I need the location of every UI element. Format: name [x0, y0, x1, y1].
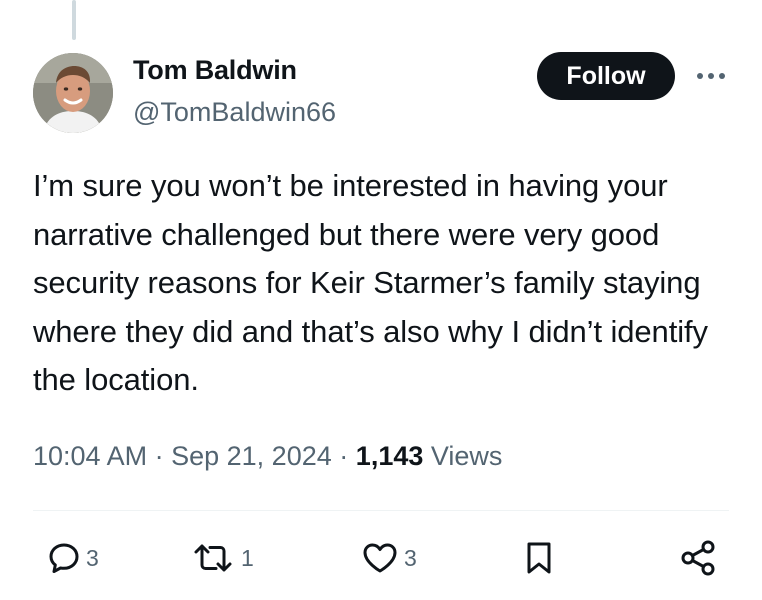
repost-count: 1: [241, 545, 254, 571]
like-count: 3: [404, 545, 417, 571]
meta-separator: ·: [339, 441, 349, 471]
reply-button[interactable]: 3: [47, 538, 99, 578]
share-icon: [681, 540, 715, 576]
author-name[interactable]: Tom Baldwin: [133, 52, 297, 88]
reply-count: 3: [86, 545, 99, 571]
repost-icon: [194, 544, 232, 572]
meta-separator: ·: [154, 441, 164, 471]
follow-button[interactable]: Follow: [537, 52, 675, 100]
views-label[interactable]: Views: [431, 441, 503, 471]
repost-button[interactable]: 1: [190, 538, 254, 578]
reply-icon: [49, 543, 79, 573]
like-button[interactable]: 3: [361, 538, 417, 578]
bookmark-icon: [527, 542, 551, 574]
share-button[interactable]: [678, 538, 718, 578]
views-count[interactable]: 1,143: [356, 441, 424, 471]
tweet-time[interactable]: 10:04 AM: [33, 441, 147, 471]
avatar[interactable]: [33, 53, 113, 133]
author-handle[interactable]: @TomBaldwin66: [133, 94, 336, 130]
action-bar-divider: [33, 510, 729, 511]
avatar-photo: [33, 53, 113, 133]
more-icon[interactable]: [693, 64, 729, 88]
tweet-date[interactable]: Sep 21, 2024: [171, 441, 332, 471]
tweet-meta: 10:04 AM · Sep 21, 2024 · 1,143 Views: [33, 436, 502, 476]
bookmark-button[interactable]: [522, 538, 556, 578]
tweet-text: I’m sure you won’t be interested in havi…: [33, 168, 708, 397]
thread-connector-line: [72, 0, 76, 40]
heart-icon: [363, 543, 397, 573]
